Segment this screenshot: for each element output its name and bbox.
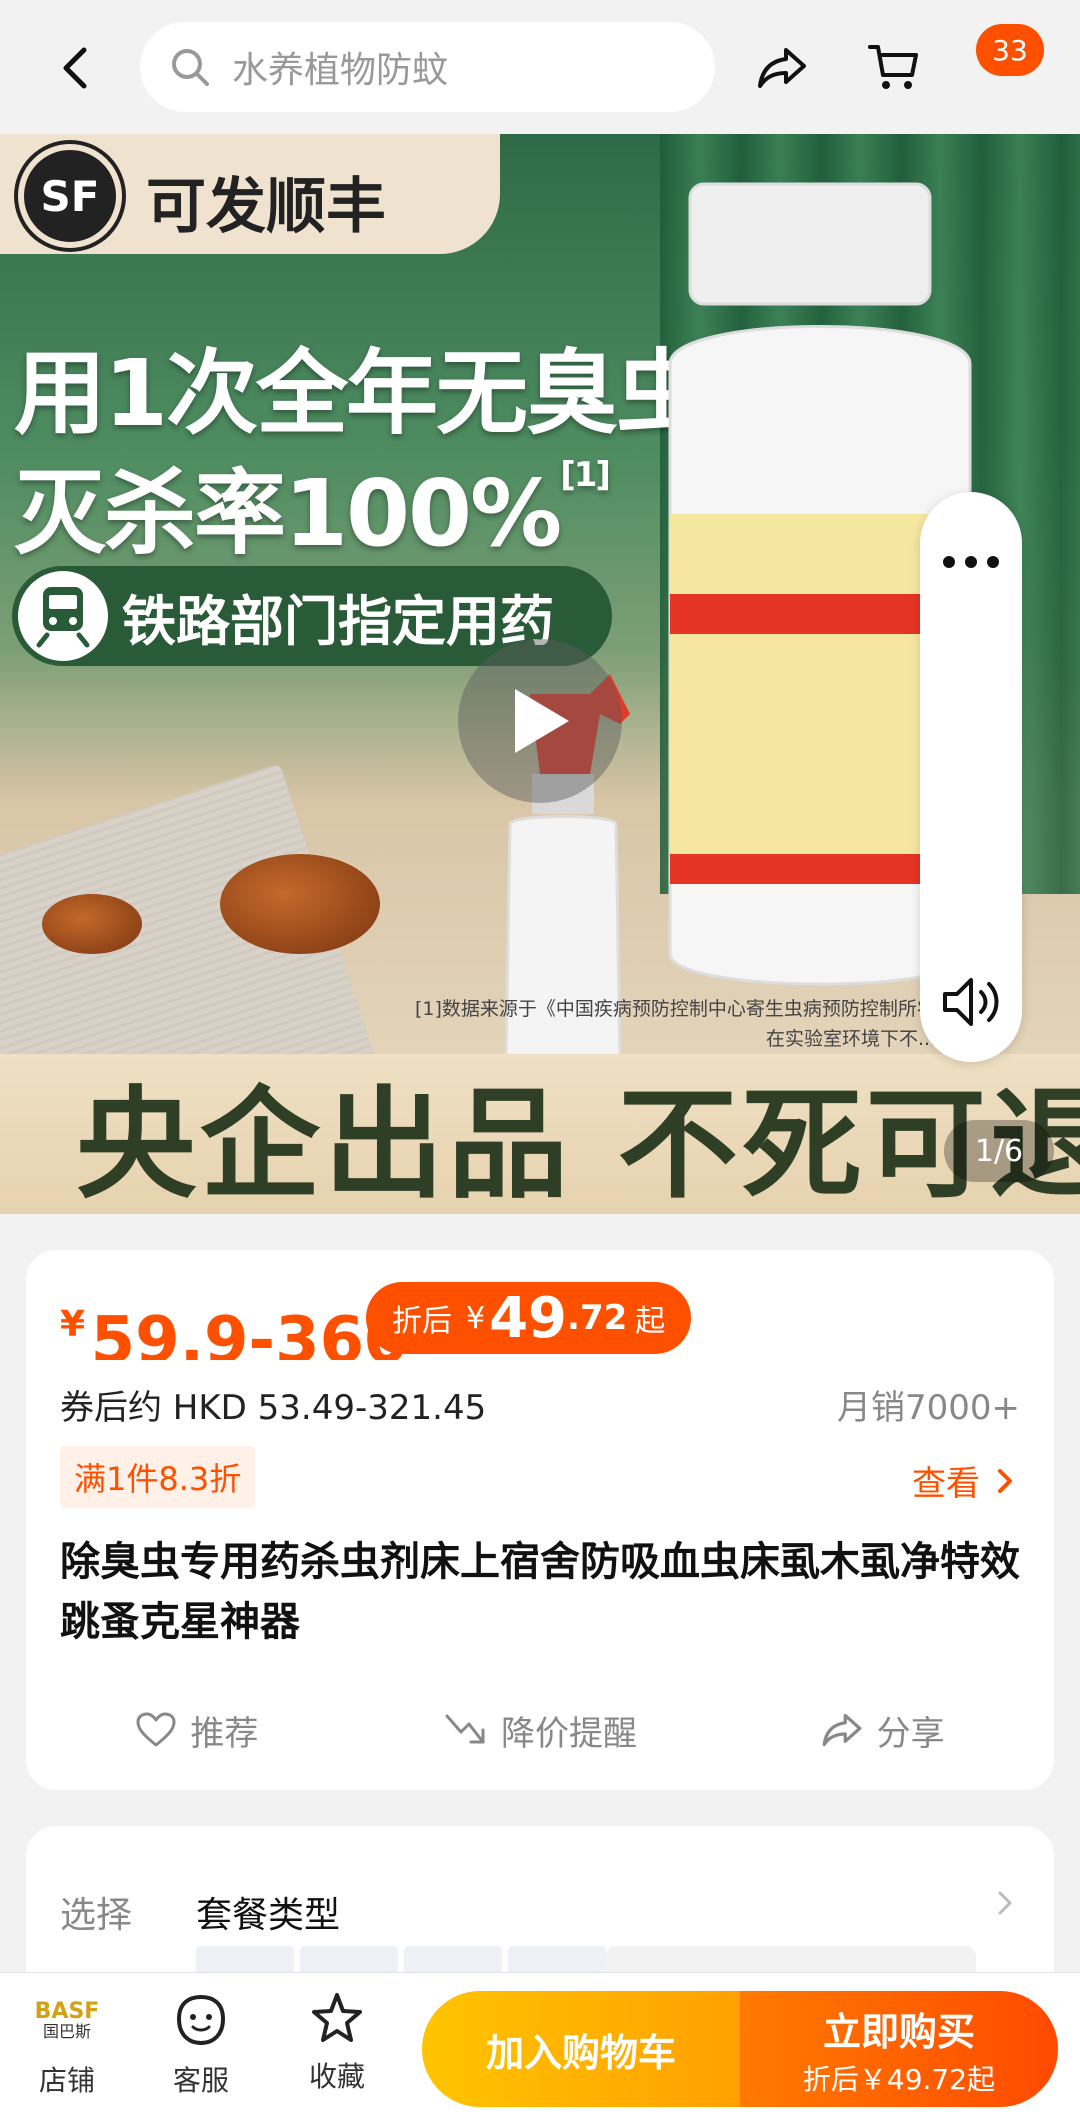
star-icon: [312, 1993, 362, 2042]
image-page-indicator: 1/6: [944, 1120, 1054, 1182]
hero-headline-2: 灭杀率100%[1]: [14, 439, 611, 572]
cart-count-badge[interactable]: 33: [976, 24, 1044, 76]
search-icon: [172, 49, 209, 86]
share-icon: [758, 48, 806, 88]
bottom-action-bar: BASF 国巴斯 店铺 客服 收藏 加入购物车 立即购买 折后￥49.72起: [0, 1972, 1080, 2125]
view-promo-link[interactable]: 查看: [912, 1456, 1020, 1505]
buy-now-price: 折后￥49.72起: [802, 2062, 996, 2096]
hero-headline-1: 用1次全年无臭虫: [14, 340, 708, 447]
recommend-label: 推荐: [190, 1713, 259, 1754]
sf-text: 可发顺丰: [146, 172, 386, 242]
cart-button[interactable]: [858, 36, 930, 100]
discount-dec: .72: [567, 1298, 628, 1338]
discount-price-pill: 折后 ¥ 49 .72 起: [366, 1282, 692, 1354]
play-icon: [515, 689, 569, 753]
banner-text: 央企出品 不死可退: [76, 1076, 1080, 1214]
price-range: ¥ 59.9-360: [60, 1304, 409, 1360]
price-range-value: 59.9-360: [90, 1304, 409, 1360]
top-bar: 水养植物防蚊 33: [0, 0, 1080, 134]
discount-int: 49: [489, 1285, 568, 1351]
recommend-button[interactable]: 推荐: [26, 1690, 369, 1770]
share-product-button[interactable]: 分享: [711, 1690, 1054, 1770]
search-placeholder: 水养植物防蚊: [232, 50, 449, 91]
product-title: 除臭虫专用药杀虫剂床上宿舍防吸血虫床虱木虱净特效跳蚤克星神器: [60, 1539, 1020, 1645]
buy-now-button[interactable]: 立即购买 折后￥49.72起: [740, 1991, 1058, 2107]
hero-kill-rate: 灭杀率100%: [14, 460, 562, 567]
floating-side-controls: [920, 492, 1022, 1062]
customer-service-label: 客服: [172, 2064, 229, 2097]
train-icon: [18, 571, 108, 661]
view-link-label: 查看: [912, 1464, 980, 1504]
discount-suffix: 起: [635, 1304, 666, 1339]
bedbug-illustration: [42, 894, 142, 954]
sound-toggle-button[interactable]: [920, 962, 1022, 1042]
product-image-carousel[interactable]: SF 可发顺丰 用1次全年无臭虫 灭杀率100%[1] 铁路部门指定用药 [1]…: [0, 134, 1080, 1214]
favorite-label: 收藏: [308, 2060, 365, 2093]
options-value: 套餐类型: [196, 1895, 341, 1936]
railway-text: 铁路部门指定用药: [122, 589, 554, 653]
add-to-cart-button[interactable]: 加入购物车: [422, 1991, 740, 2107]
chevron-left-icon: [63, 47, 87, 89]
buy-now-label: 立即购买: [822, 2009, 975, 2054]
trend-down-icon: [445, 1714, 485, 1744]
store-label: 店铺: [38, 2064, 95, 2097]
heart-icon: [136, 1712, 176, 1747]
store-logo-line2: 国巴斯: [42, 2022, 91, 2041]
play-video-button[interactable]: [458, 639, 622, 803]
promo-tag: 满1件8.3折: [60, 1446, 256, 1508]
sf-shipping-banner: SF 可发顺丰: [0, 134, 500, 254]
customer-service-icon: [176, 1994, 226, 2046]
speaker-icon: [943, 978, 999, 1026]
more-dots-icon: [943, 556, 999, 568]
more-button[interactable]: [920, 522, 1022, 602]
product-actions: 推荐 降价提醒 分享: [26, 1690, 1054, 1770]
store-button[interactable]: BASF 国巴斯 店铺: [12, 1991, 122, 2111]
back-button[interactable]: [40, 36, 112, 100]
store-logo-line1: BASF: [34, 1999, 100, 2024]
discount-yen: ¥: [466, 1300, 486, 1336]
discount-label: 折后: [392, 1304, 452, 1339]
sf-logo: SF: [18, 144, 122, 248]
chevron-right-icon: [998, 1891, 1012, 1915]
hkd-price: 券后约 HKD 53.49-321.45: [60, 1388, 487, 1428]
share-button[interactable]: [746, 36, 818, 100]
share-label: 分享: [876, 1713, 945, 1754]
price-drop-alert-button[interactable]: 降价提醒: [369, 1690, 712, 1770]
favorite-button[interactable]: 收藏: [282, 1991, 392, 2111]
price-drop-label: 降价提醒: [501, 1713, 637, 1754]
price-card: ¥ 59.9-360 折后 ¥ 49 .72 起 券后约 HKD 53.49-3…: [26, 1250, 1054, 1790]
chevron-right-icon: [998, 1468, 1012, 1493]
bedbug-illustration: [220, 854, 380, 954]
options-label: 选择: [60, 1895, 133, 1936]
customer-service-button[interactable]: 客服: [146, 1991, 256, 2111]
share-icon: [822, 1713, 862, 1747]
monthly-sales: 月销7000+: [836, 1388, 1020, 1428]
store-logo: BASF 国巴斯: [32, 1991, 102, 2051]
hero-bottom-banner: 央企出品 不死可退: [0, 1054, 1080, 1214]
cart-icon: [868, 45, 918, 89]
search-input[interactable]: 水养植物防蚊: [140, 22, 715, 112]
price-yen: ¥: [60, 1304, 86, 1345]
footnote-ref: [1]: [560, 455, 611, 495]
